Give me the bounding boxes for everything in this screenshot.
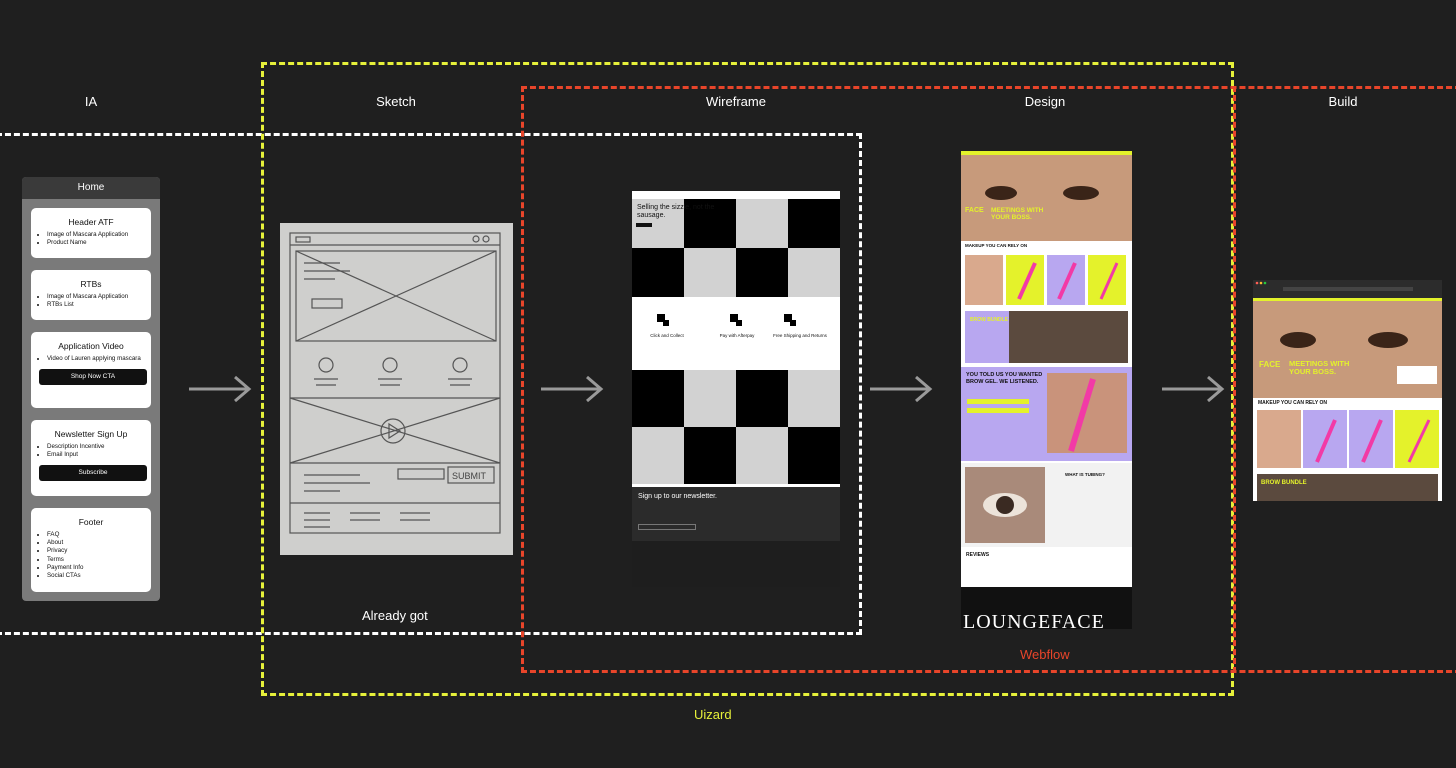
build-bundle-title: BROW BUNDLE <box>1261 480 1307 486</box>
stage-label-build: Build <box>1328 94 1358 109</box>
wireframe-hero-text: Selling the sizzle, not the sausage. <box>637 204 715 219</box>
build-drawing <box>1253 280 1442 501</box>
ia-title: Home <box>22 177 160 199</box>
design-section-title: MAKEUP YOU CAN RELY ON <box>965 243 1028 248</box>
design-mockup: FACE MEETINGS WITH YOUR BOSS. MAKEUP YOU… <box>961 151 1132 629</box>
ia-card-title: Header ATF <box>68 217 114 227</box>
arrow-right-icon <box>870 375 933 403</box>
ia-card-title: Newsletter Sign Up <box>54 429 128 439</box>
sketch-submit-text: SUBMIT <box>452 471 487 481</box>
ia-card-item: Social CTAs <box>47 572 151 580</box>
ia-card-item: Product Name <box>47 239 151 247</box>
ia-card-item: Video of Lauren applying mascara <box>47 355 151 363</box>
wireframe-feature-1: Click and Collect <box>650 333 684 338</box>
ia-card-title: Footer <box>78 517 104 527</box>
build-divider <box>1233 86 1236 673</box>
ia-card-footer: Footer FAQ About Privacy Terms Payment I… <box>31 508 151 592</box>
caption-webflow: Webflow <box>1020 647 1070 662</box>
caption-uizard: Uizard <box>694 707 732 722</box>
ia-sitemap: Home Header ATF Image of Mascara Applica… <box>22 177 160 601</box>
ia-card-header-atf: Header ATF Image of Mascara Application … <box>31 208 151 258</box>
build-browser: FACE MEETINGS WITH YOUR BOSS. MAKEUP YOU… <box>1253 280 1442 501</box>
build-hero-headline: MEETINGS WITH YOUR BOSS. <box>1289 359 1350 376</box>
design-told-title: YOU TOLD US YOU WANTED BROW GEL. WE LIST… <box>966 372 1043 385</box>
ia-card-item: Description Incentive <box>47 443 151 451</box>
build-hero-face: FACE <box>1259 360 1281 369</box>
wireframe-feature-2: Pay with Afterpay <box>719 333 755 338</box>
arrow-right-icon <box>189 375 252 403</box>
ia-card-rtbs: RTBs Image of Mascara Application RTBs L… <box>31 270 151 320</box>
ia-card-item: Terms <box>47 556 151 564</box>
ia-card-title: RTBs <box>80 279 102 289</box>
paper-sketch: SUBMIT <box>280 223 513 555</box>
subscribe-button[interactable]: Subscribe <box>39 465 147 481</box>
ia-card-newsletter: Newsletter Sign Up Description Incentive… <box>31 420 151 496</box>
shop-now-cta-button[interactable]: Shop Now CTA <box>39 369 147 385</box>
wireframe-footer <box>632 541 840 587</box>
wireframe-newsletter-title: Sign up to our newsletter. <box>638 493 717 500</box>
wireframe-feature-3: Free Shipping and Returns <box>773 333 827 338</box>
sketch-drawing: SUBMIT <box>289 232 501 534</box>
design-hero-headline: MEETINGS WITH YOUR BOSS. <box>991 207 1044 221</box>
build-section-title: MAKEUP YOU CAN RELY ON <box>1258 400 1327 406</box>
ia-card-item: Privacy <box>47 547 151 555</box>
ia-card-application-video: Application Video Video of Lauren applyi… <box>31 332 151 408</box>
ia-card-title: Application Video <box>58 341 124 351</box>
design-reviews-title: REVIEWS <box>966 552 990 558</box>
stage-label-sketch: Sketch <box>376 94 416 109</box>
ia-card-item: FAQ <box>47 531 151 539</box>
caption-already-got: Already got <box>362 608 428 623</box>
stage-label-ia: IA <box>84 94 98 109</box>
ia-card-item: Image of Mascara Application <box>47 293 151 301</box>
ia-card-item: Email Input <box>47 451 151 459</box>
design-what-title: WHAT IS TUBING? <box>1065 472 1105 477</box>
stage-label-design: Design <box>1024 94 1066 109</box>
design-hero-face: FACE <box>965 207 984 214</box>
ia-card-item: RTBs List <box>47 301 151 309</box>
ia-card-item: About <box>47 539 151 547</box>
arrow-right-icon <box>541 375 604 403</box>
design-bundle-title: BROW BUNDLE <box>970 317 1009 323</box>
wireframe-email-input[interactable] <box>638 524 696 530</box>
wireframe-page: Selling the sizzle, not the sausage. Cli… <box>632 191 840 587</box>
ia-card-item: Image of Mascara Application <box>47 231 151 239</box>
arrow-right-icon <box>1162 375 1225 403</box>
stage-label-wireframe: Wireframe <box>706 94 766 109</box>
ia-card-item: Payment Info <box>47 564 151 572</box>
wireframe-blocks <box>632 191 840 484</box>
design-brand: LOUNGEFACE <box>963 611 1105 629</box>
